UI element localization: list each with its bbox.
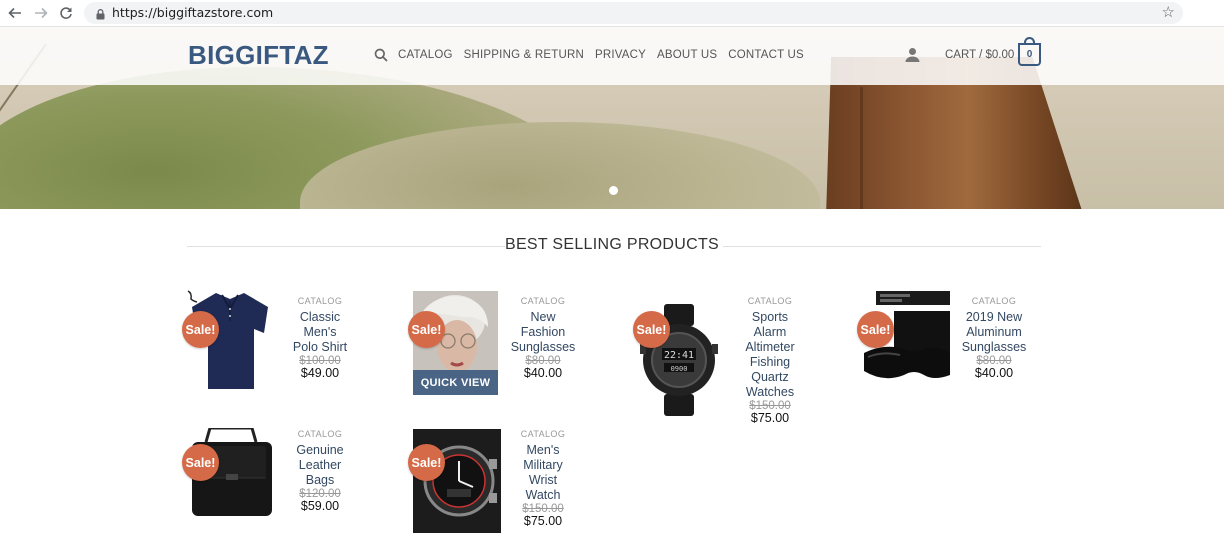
sale-badge: Sale! bbox=[633, 311, 670, 348]
product-name-line[interactable]: Aluminum bbox=[959, 325, 1029, 340]
product-name-line[interactable]: Wrist bbox=[508, 473, 578, 488]
product-info: CATALOG Men's Military Wrist Watch $150.… bbox=[508, 429, 578, 527]
search-icon[interactable] bbox=[374, 48, 388, 67]
menu-item-contact-us[interactable]: CONTACT US bbox=[728, 49, 804, 61]
product-price: $75.00 bbox=[750, 411, 790, 425]
product-name-line[interactable]: Classic bbox=[285, 310, 355, 325]
menu-item-catalog[interactable]: CATALOG bbox=[398, 49, 453, 61]
main-menu: CATALOG SHIPPING & RETURN PRIVACY ABOUT … bbox=[398, 49, 804, 61]
browser-toolbar: https://biggiftazstore.com ☆ bbox=[0, 0, 1224, 27]
slider-dot[interactable] bbox=[609, 186, 618, 195]
product-info: CATALOG Sports Alarm Altimeter Fishing Q… bbox=[735, 296, 805, 424]
bookmark-star-icon[interactable]: ☆ bbox=[1162, 3, 1175, 21]
product-price: $40.00 bbox=[974, 366, 1014, 380]
product-category[interactable]: CATALOG bbox=[285, 429, 355, 439]
product-name-line[interactable]: Alarm bbox=[735, 325, 805, 340]
product-price: $49.00 bbox=[300, 366, 340, 380]
product-name-line[interactable]: Sunglasses bbox=[508, 340, 578, 355]
sale-badge: Sale! bbox=[408, 444, 445, 481]
sale-badge: Sale! bbox=[857, 311, 894, 348]
product-category[interactable]: CATALOG bbox=[508, 296, 578, 306]
product-name-line[interactable]: Fishing bbox=[735, 355, 805, 370]
hero-coat-seam bbox=[860, 87, 863, 209]
product-name-line[interactable]: Watch bbox=[508, 488, 578, 503]
product-name-line[interactable]: Watches bbox=[735, 385, 805, 400]
product-price: $75.00 bbox=[523, 514, 563, 528]
product-name-line[interactable]: Sports bbox=[735, 310, 805, 325]
sale-badge: Sale! bbox=[182, 311, 219, 348]
product-name-line[interactable]: Genuine bbox=[285, 443, 355, 458]
product-category[interactable]: CATALOG bbox=[508, 429, 578, 439]
product-category[interactable]: CATALOG bbox=[735, 296, 805, 306]
product-name-line[interactable]: Leather bbox=[285, 458, 355, 473]
product-price: $40.00 bbox=[523, 366, 563, 380]
product-info: CATALOG New Fashion Sunglasses $80.00 $4… bbox=[508, 296, 578, 379]
svg-text:0900: 0900 bbox=[671, 365, 688, 373]
site-header: BIGGIFTAZ CATALOG SHIPPING & RETURN PRIV… bbox=[0, 27, 1224, 85]
product-name-line[interactable]: 2019 New bbox=[959, 310, 1029, 325]
product-name-line[interactable]: Men's bbox=[508, 443, 578, 458]
section-title: BEST SELLING PRODUCTS bbox=[504, 236, 720, 253]
product-name-line[interactable]: Bags bbox=[285, 473, 355, 488]
sale-badge: Sale! bbox=[182, 444, 219, 481]
url-text: https://biggiftazstore.com bbox=[112, 5, 274, 20]
product-name-line[interactable]: Military bbox=[508, 458, 578, 473]
product-name-line[interactable]: Fashion bbox=[508, 325, 578, 340]
product-info: CATALOG Genuine Leather Bags $120.00 $59… bbox=[285, 429, 355, 512]
product-category[interactable]: CATALOG bbox=[285, 296, 355, 306]
product-name-line[interactable]: New bbox=[508, 310, 578, 325]
menu-item-about-us[interactable]: ABOUT US bbox=[657, 49, 717, 61]
back-arrow-icon[interactable] bbox=[6, 4, 24, 22]
product-name-line[interactable]: Polo Shirt bbox=[285, 340, 355, 355]
menu-item-privacy[interactable]: PRIVACY bbox=[595, 49, 646, 61]
product-name-line[interactable]: Men's bbox=[285, 325, 355, 340]
svg-text:22:41: 22:41 bbox=[664, 350, 694, 361]
cart-count[interactable]: 0 bbox=[1018, 43, 1041, 66]
product-info: CATALOG 2019 New Aluminum Sunglasses $80… bbox=[959, 296, 1029, 379]
product-name-line[interactable]: Altimeter bbox=[735, 340, 805, 355]
product-info: CATALOG Classic Men's Polo Shirt $100.00… bbox=[285, 296, 355, 379]
site-logo[interactable]: BIGGIFTAZ bbox=[188, 40, 329, 71]
menu-item-shipping-return[interactable]: SHIPPING & RETURN bbox=[464, 49, 584, 61]
sale-badge: Sale! bbox=[408, 311, 445, 348]
quick-view-button[interactable]: QUICK VIEW bbox=[413, 370, 498, 395]
product-name-line[interactable]: Sunglasses bbox=[959, 340, 1029, 355]
lock-icon bbox=[96, 7, 105, 25]
reload-icon[interactable] bbox=[57, 4, 75, 22]
address-bar[interactable]: https://biggiftazstore.com ☆ bbox=[84, 2, 1183, 24]
product-price: $59.00 bbox=[300, 499, 340, 513]
product-name-line[interactable]: Quartz bbox=[735, 370, 805, 385]
product-category[interactable]: CATALOG bbox=[959, 296, 1029, 306]
cart-label[interactable]: CART / $0.00 bbox=[945, 49, 1014, 61]
forward-arrow-icon[interactable] bbox=[32, 4, 50, 22]
user-icon[interactable] bbox=[905, 47, 920, 67]
